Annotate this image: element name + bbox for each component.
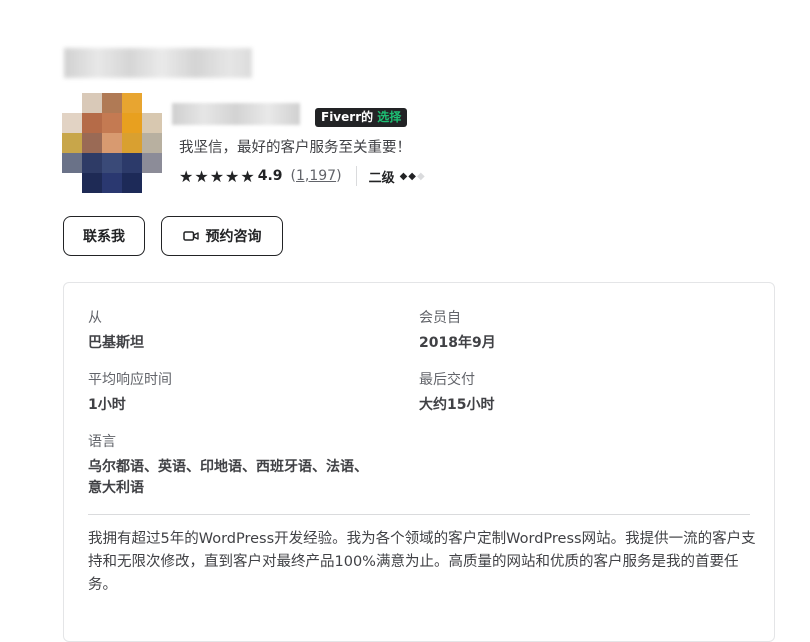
avatar-pixel: [142, 93, 162, 113]
seller-level: 二级: [368, 170, 395, 186]
avatar-pixel: [62, 133, 82, 153]
star-rating-icon: ★★★★★: [179, 166, 256, 186]
book-consultation-label: 预约咨询: [205, 229, 262, 245]
response-time-label: 平均响应时间: [88, 372, 172, 388]
info-divider: [88, 514, 750, 515]
member-since-label: 会员自: [419, 310, 461, 326]
blurred-heading: [64, 48, 252, 78]
fiverrs-choice-badge: Fiverr的 选择: [315, 108, 408, 127]
avatar-pixel: [62, 113, 82, 133]
avatar-pixel: [122, 153, 142, 173]
from-label: 从: [88, 310, 102, 326]
book-consultation-button[interactable]: 预约咨询: [161, 216, 283, 256]
last-delivery-label: 最后交付: [419, 372, 475, 388]
avatar-pixel: [82, 153, 102, 173]
seller-description: 我拥有超过5年的WordPress开发经验。我为各个领域的客户定制WordPre…: [88, 531, 756, 593]
from-value: 巴基斯坦: [88, 335, 144, 351]
avatar-pixel: [142, 133, 162, 153]
last-delivery-value: 大约15小时: [419, 397, 495, 413]
avatar-pixel: [82, 93, 102, 113]
avatar-pixel: [102, 153, 122, 173]
level-diamond-icon: ◆◆◆: [399, 170, 426, 182]
avatar-pixel: [122, 173, 142, 193]
languages-value-line1: 乌尔都语、英语、印地语、西班牙语、法语、: [88, 459, 368, 475]
reviews-count-link[interactable]: 1,197: [296, 168, 336, 184]
member-since-value: 2018年9月: [419, 335, 496, 351]
avatar-pixel: [142, 173, 162, 193]
response-time-value: 1小时: [88, 397, 126, 413]
badge-brand-text: Fiverr的: [321, 110, 374, 124]
avatar-pixel: [102, 133, 122, 153]
avatar[interactable]: [62, 93, 162, 193]
rating-row: ★★★★★ 4.9 (1,197) 二级 ◆◆◆: [179, 166, 426, 186]
rating-score: 4.9: [257, 168, 283, 184]
avatar-pixel: [142, 153, 162, 173]
avatar-pixel: [102, 113, 122, 133]
avatar-pixel: [82, 133, 102, 153]
seller-info-card: 从 巴基斯坦 会员自 2018年9月 平均响应时间 1小时 最后交付 大约15小…: [63, 282, 775, 642]
rating-divider: [355, 166, 357, 186]
video-icon: [182, 231, 199, 241]
avatar-pixel: [82, 173, 102, 193]
badge-choice-text: 选择: [377, 110, 402, 124]
languages-value-line2: 意大利语: [88, 480, 144, 496]
seller-tagline: 我坚信，最好的客户服务至关重要！: [179, 140, 411, 156]
avatar-pixel: [102, 173, 122, 193]
avatar-pixel: [62, 153, 82, 173]
reviews-count[interactable]: (1,197): [291, 168, 342, 184]
blurred-seller-name[interactable]: [172, 103, 300, 125]
avatar-pixel: [62, 173, 82, 193]
contact-me-button[interactable]: 联系我: [63, 216, 145, 256]
avatar-pixel: [82, 113, 102, 133]
contact-me-label: 联系我: [83, 229, 125, 245]
avatar-pixel: [102, 93, 122, 113]
avatar-pixel: [122, 133, 142, 153]
languages-label: 语言: [88, 434, 116, 450]
avatar-pixel: [122, 113, 142, 133]
avatar-pixel: [122, 93, 142, 113]
avatar-pixel: [142, 113, 162, 133]
avatar-pixel: [62, 93, 82, 113]
